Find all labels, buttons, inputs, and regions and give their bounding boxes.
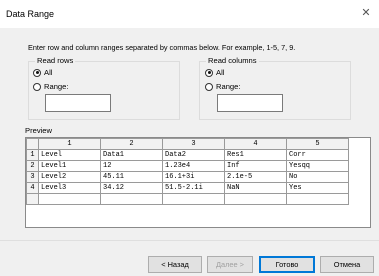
table-cell[interactable]: 51.5-2.1i	[162, 182, 225, 194]
rows-range-label: Range:	[44, 82, 69, 91]
table-cell[interactable]: Corr	[286, 149, 349, 161]
table-cell[interactable]: Level	[38, 149, 101, 161]
cancel-button[interactable]: Отмена	[320, 256, 374, 273]
row-header[interactable]: 1	[26, 149, 39, 161]
column-header[interactable]: 3	[162, 138, 225, 150]
columns-all-label: All	[216, 68, 225, 77]
rows-range-radio[interactable]: Range:	[33, 82, 69, 91]
table-cell[interactable]	[38, 193, 101, 205]
table-cell[interactable]: 34.12	[100, 182, 163, 194]
footer-divider	[0, 240, 379, 241]
row-header[interactable]: 4	[26, 182, 39, 194]
table-row: 2 Level1 12 1.23e4 Inf Yesqq	[26, 160, 349, 172]
table-cell[interactable]	[286, 193, 349, 205]
finish-button[interactable]: Готово	[259, 256, 315, 273]
table-cell[interactable]: Data1	[100, 149, 163, 161]
table-row	[26, 193, 349, 205]
table-cell[interactable]: Level1	[38, 160, 101, 172]
instructions-text: Enter row and column ranges separated by…	[28, 43, 296, 52]
radio-unselected-icon	[205, 82, 213, 91]
table-cell[interactable]: Level2	[38, 171, 101, 183]
table-cell[interactable]	[100, 193, 163, 205]
table-row: 3 Level2 45.11 16.1+3i 2.1e-5 No	[26, 171, 349, 183]
radio-selected-icon	[33, 68, 41, 77]
row-header[interactable]: 3	[26, 171, 39, 183]
columns-range-label: Range:	[216, 82, 241, 91]
row-header[interactable]	[26, 193, 39, 205]
dialog-title: Data Range	[6, 9, 55, 19]
preview-grid[interactable]: 1 2 3 4 5 1 Level Data1 Data2 Res1 Corr …	[25, 137, 371, 228]
table-cell[interactable]: NaN	[224, 182, 287, 194]
column-header[interactable]: 1	[38, 138, 101, 150]
column-header[interactable]: 5	[286, 138, 349, 150]
title-bar: Data Range ✕	[0, 0, 379, 28]
columns-range-input[interactable]	[217, 94, 283, 112]
columns-all-radio[interactable]: All	[205, 68, 224, 77]
table-row: 4 Level3 34.12 51.5-2.1i NaN Yes	[26, 182, 349, 194]
read-columns-label: Read columns	[206, 56, 259, 65]
table-cell[interactable]: 2.1e-5	[224, 171, 287, 183]
rows-all-radio[interactable]: All	[33, 68, 52, 77]
table-cell[interactable]: 16.1+3i	[162, 171, 225, 183]
preview-table: 1 2 3 4 5 1 Level Data1 Data2 Res1 Corr …	[26, 138, 349, 205]
table-row: 1 Level Data1 Data2 Res1 Corr	[26, 149, 349, 161]
table-cell[interactable]: Level3	[38, 182, 101, 194]
rows-all-label: All	[44, 68, 53, 77]
close-icon[interactable]: ✕	[359, 6, 373, 20]
next-button[interactable]: Далее >	[207, 256, 253, 273]
table-cell[interactable]: Yesqq	[286, 160, 349, 172]
table-cell[interactable]: 45.11	[100, 171, 163, 183]
table-cell[interactable]: 12	[100, 160, 163, 172]
column-header[interactable]: 2	[100, 138, 163, 150]
table-cell[interactable]: Res1	[224, 149, 287, 161]
table-cell[interactable]: Yes	[286, 182, 349, 194]
rows-range-input[interactable]	[45, 94, 111, 112]
table-cell[interactable]: No	[286, 171, 349, 183]
back-button[interactable]: < Назад	[148, 256, 202, 273]
column-header[interactable]: 4	[224, 138, 287, 150]
table-cell[interactable]	[162, 193, 225, 205]
read-rows-label: Read rows	[35, 56, 76, 65]
table-cell[interactable]: Inf	[224, 160, 287, 172]
table-cell[interactable]	[224, 193, 287, 205]
corner-cell	[26, 138, 39, 150]
radio-unselected-icon	[33, 82, 41, 91]
preview-label: Preview	[25, 126, 53, 135]
radio-selected-icon	[205, 68, 213, 77]
row-header[interactable]: 2	[26, 160, 39, 172]
table-cell[interactable]: Data2	[162, 149, 225, 161]
table-cell[interactable]: 1.23e4	[162, 160, 225, 172]
preview-header-row: 1 2 3 4 5	[26, 138, 349, 150]
columns-range-radio[interactable]: Range:	[205, 82, 241, 91]
